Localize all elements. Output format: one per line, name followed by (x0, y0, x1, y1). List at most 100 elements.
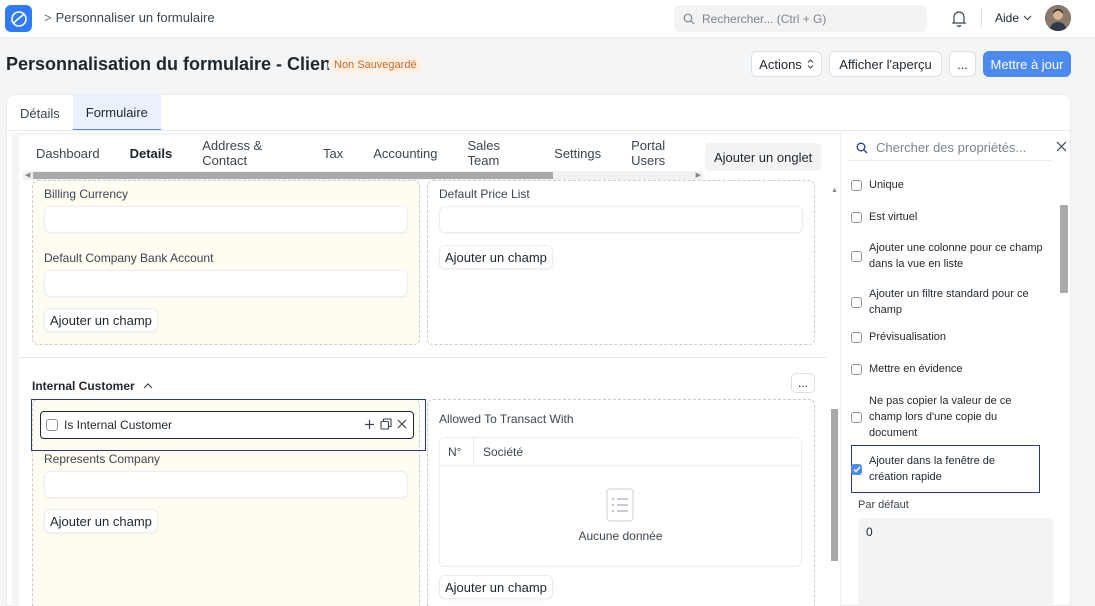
property-no-copy[interactable]: Ne pas copier la valeur de ce champ lors… (851, 393, 1029, 441)
column-divider (473, 438, 474, 466)
more-options-button[interactable]: ... (949, 51, 976, 77)
form-builder-area: Dashboard Details Address & Contact Tax … (12, 133, 840, 606)
default-value-input[interactable]: 0 (858, 518, 1053, 606)
top-tabs: Détails Formulaire (7, 95, 161, 131)
checkbox-icon[interactable] (851, 331, 862, 343)
checkbox-icon[interactable] (46, 419, 58, 431)
help-dropdown[interactable]: Aide (995, 11, 1032, 25)
global-search-input[interactable]: Rechercher... (Ctrl + G) (674, 5, 927, 32)
property-label: Unique (869, 179, 904, 191)
add-field-button[interactable]: Ajouter un champ (44, 509, 158, 533)
checkbox-icon[interactable] (851, 211, 862, 223)
section-divider (19, 357, 827, 358)
field-label: Default Company Bank Account (44, 251, 214, 265)
section-title[interactable]: Internal Customer (32, 379, 153, 393)
scrollbar-thumb[interactable] (831, 409, 838, 561)
scroll-left-icon[interactable]: ◀ (25, 171, 30, 179)
form-tab-details[interactable]: Details (113, 135, 186, 171)
form-builder-canvas: Dashboard Details Address & Contact Tax … (19, 135, 840, 606)
add-field-button[interactable]: Ajouter un champ (44, 308, 158, 332)
form-tab-address-contact[interactable]: Address & Contact (185, 135, 306, 171)
child-table-grid: N° Société Aucune donnée (439, 437, 802, 567)
form-tab-dashboard[interactable]: Dashboard (19, 135, 113, 171)
form-tab-settings[interactable]: Settings (537, 135, 614, 171)
property-is-virtual[interactable]: Est virtuel (851, 209, 1049, 225)
update-button[interactable]: Mettre à jour (983, 51, 1071, 77)
page-title: Personnalisation du formulaire - Client (6, 54, 338, 74)
column-header: Société (483, 445, 524, 459)
chevron-down-icon (1023, 15, 1032, 21)
field-label: Default Price List (439, 187, 530, 201)
add-field-button[interactable]: Ajouter un champ (439, 575, 553, 599)
field-label: Allowed To Transact With (439, 412, 574, 426)
help-label: Aide (995, 11, 1020, 25)
bank-account-field[interactable] (44, 270, 408, 297)
checkbox-icon[interactable] (851, 363, 862, 375)
top-navbar: > Personnaliser un formulaire Rechercher.… (0, 0, 1095, 38)
section-more-button[interactable]: ... (791, 373, 815, 393)
add-field-button[interactable]: Ajouter un champ (439, 245, 553, 269)
empty-list-icon (606, 488, 634, 522)
price-list-field[interactable] (439, 206, 803, 233)
property-label: Ajouter une colonne pour ce champ dans l… (869, 242, 1043, 270)
close-icon[interactable] (1056, 141, 1067, 152)
checkbox-icon[interactable] (851, 179, 862, 191)
horizontal-scrollbar[interactable]: ◀ ▶ (23, 171, 703, 180)
column-header: N° (448, 445, 462, 459)
tab-form[interactable]: Formulaire (72, 95, 161, 131)
form-tab-accounting[interactable]: Accounting (356, 135, 450, 171)
property-in-list-view[interactable]: Ajouter une colonne pour ce champ dans l… (851, 240, 1049, 272)
property-unique[interactable]: Unique (851, 177, 1049, 193)
form-tab-sales-team[interactable]: Sales Team (451, 135, 538, 171)
scroll-right-icon[interactable]: ▶ (696, 171, 701, 179)
properties-panel: Chercher des propriétés... Unique Est vi… (840, 133, 1070, 606)
user-avatar[interactable] (1045, 5, 1071, 31)
column-right: Default Price List Ajouter un champ (427, 180, 815, 345)
checkbox-checked-icon[interactable] (851, 463, 862, 475)
property-standard-filter[interactable]: Ajouter un filtre standard pour ce champ (851, 286, 1049, 318)
app-logo-icon[interactable] (5, 5, 32, 32)
selected-field-is-internal-customer[interactable]: Is Internal Customer (40, 411, 414, 439)
search-icon (856, 142, 868, 153)
vertical-scrollbar[interactable]: ▲ (829, 187, 840, 606)
tab-details[interactable]: Détails (7, 95, 73, 131)
chevron-up-icon[interactable] (143, 383, 153, 389)
table-header: N° Société (440, 438, 801, 466)
duplicate-icon[interactable] (380, 418, 392, 430)
property-label: Est virtuel (869, 211, 918, 223)
add-tab-button[interactable]: Ajouter un onglet (705, 143, 822, 171)
scrollbar-thumb[interactable] (33, 172, 553, 179)
divider (7, 130, 1070, 131)
property-quick-entry[interactable]: Ajouter dans la fenêtre de création rapi… (851, 453, 1029, 485)
selected-field-label: Is Internal Customer (64, 418, 173, 432)
property-label: Mettre en évidence (869, 363, 963, 375)
search-icon (683, 13, 695, 24)
billing-currency-field[interactable] (44, 206, 408, 233)
property-search-input[interactable]: Chercher des propriétés... (848, 135, 1052, 161)
preview-button[interactable]: Afficher l'aperçu (829, 51, 942, 77)
scroll-up-icon[interactable]: ▲ (831, 187, 838, 194)
property-bold[interactable]: Mettre en évidence (851, 361, 1049, 377)
panel-scrollbar-thumb[interactable] (1060, 205, 1068, 293)
add-icon[interactable] (364, 419, 375, 430)
column-left: Billing Currency Default Company Bank Ac… (32, 180, 420, 345)
represents-company-field[interactable] (44, 471, 408, 498)
checkbox-icon[interactable] (851, 250, 862, 262)
empty-table-text: Aucune donnée (578, 529, 663, 543)
notification-bell-icon[interactable] (951, 10, 967, 30)
breadcrumb[interactable]: > Personnaliser un formulaire (44, 10, 215, 25)
panel-divider (840, 133, 841, 606)
form-tab-tax[interactable]: Tax (306, 135, 356, 171)
checkbox-icon[interactable] (851, 411, 862, 423)
close-icon[interactable] (397, 419, 407, 429)
checkbox-icon[interactable] (851, 296, 862, 308)
chevron-updown-icon (807, 59, 814, 69)
form-tab-portal-users[interactable]: Portal Users (614, 135, 704, 171)
property-preview[interactable]: Prévisualisation (851, 329, 1049, 345)
field-actions (364, 418, 407, 430)
navbar-divider (981, 9, 982, 27)
actions-dropdown-button[interactable]: Actions (751, 51, 822, 77)
property-label: Ne pas copier la valeur de ce champ lors… (869, 395, 1012, 439)
breadcrumb-item[interactable]: Personnaliser un formulaire (56, 10, 215, 25)
field-label: Billing Currency (44, 187, 129, 201)
